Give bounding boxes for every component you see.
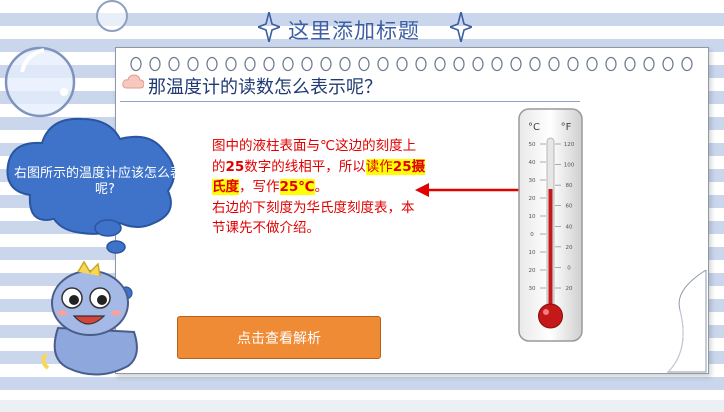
fahrenheit-tick-label: 80 xyxy=(566,183,573,189)
explanation-number: 25 xyxy=(225,158,245,175)
mercury-column xyxy=(548,189,553,313)
fahrenheit-tick-label: 20 xyxy=(566,245,573,251)
celsius-tick-label: 10 xyxy=(529,250,536,256)
cloud-icon xyxy=(122,74,144,89)
sparkle-left-icon xyxy=(258,12,280,42)
sparkle-right-icon xyxy=(450,12,472,42)
celsius-tick-label: 40 xyxy=(529,160,536,166)
bottom-bar xyxy=(0,400,724,412)
pointer-arrow-icon xyxy=(415,183,531,197)
explanation-text: 图中的液柱表面与℃这边的刻度上的25数字的线相平，所以读作25摄氏度，写作25℃… xyxy=(212,136,427,239)
slide-title: 这里添加标题 xyxy=(288,19,420,43)
celsius-tick-label: 50 xyxy=(529,142,536,148)
read-as-label: 读作 xyxy=(365,158,393,175)
fahrenheit-tick-label: 0 xyxy=(567,265,571,271)
slide-title-group: 这里添加标题 xyxy=(258,10,472,44)
cloud-question-text: 右图所示的温度计应该怎么表示呢? xyxy=(14,166,197,197)
celsius-tick-label: 30 xyxy=(529,178,536,184)
celsius-tick-label: 10 xyxy=(529,214,536,220)
thermometer-image: °C °F 5040302010010203012010080604020020 xyxy=(518,108,583,342)
write-value: 25℃ xyxy=(279,179,315,195)
fahrenheit-tick-label: 20 xyxy=(566,286,573,292)
fahrenheit-tick-label: 60 xyxy=(566,204,573,210)
celsius-unit-label: °C xyxy=(528,122,540,133)
fahrenheit-tick-label: 120 xyxy=(564,142,575,148)
explanation-line-3: 右边的下刻度为华氏度刻度表，本节课先不做介绍。 xyxy=(212,199,415,237)
celsius-tick-label: 0 xyxy=(530,232,534,238)
write-as-label: ，写作 xyxy=(239,179,280,195)
celsius-tick-label: 30 xyxy=(529,286,536,292)
view-analysis-button[interactable]: 点击查看解析 xyxy=(177,316,381,359)
explanation-period: 。 xyxy=(314,179,329,195)
celsius-tick-label: 20 xyxy=(529,196,536,202)
fahrenheit-tick-label: 40 xyxy=(566,224,573,230)
paper-curl-decoration xyxy=(666,270,707,373)
thermometer-bulb xyxy=(538,303,563,329)
cartoon-mascot xyxy=(41,260,138,376)
explanation-line-2: 数字的线相平，所以 xyxy=(244,158,366,175)
celsius-tick-label: 20 xyxy=(529,268,536,274)
fahrenheit-tick-label: 100 xyxy=(564,163,575,169)
fahrenheit-unit-label: °F xyxy=(561,122,572,133)
binder-holes xyxy=(130,56,693,72)
